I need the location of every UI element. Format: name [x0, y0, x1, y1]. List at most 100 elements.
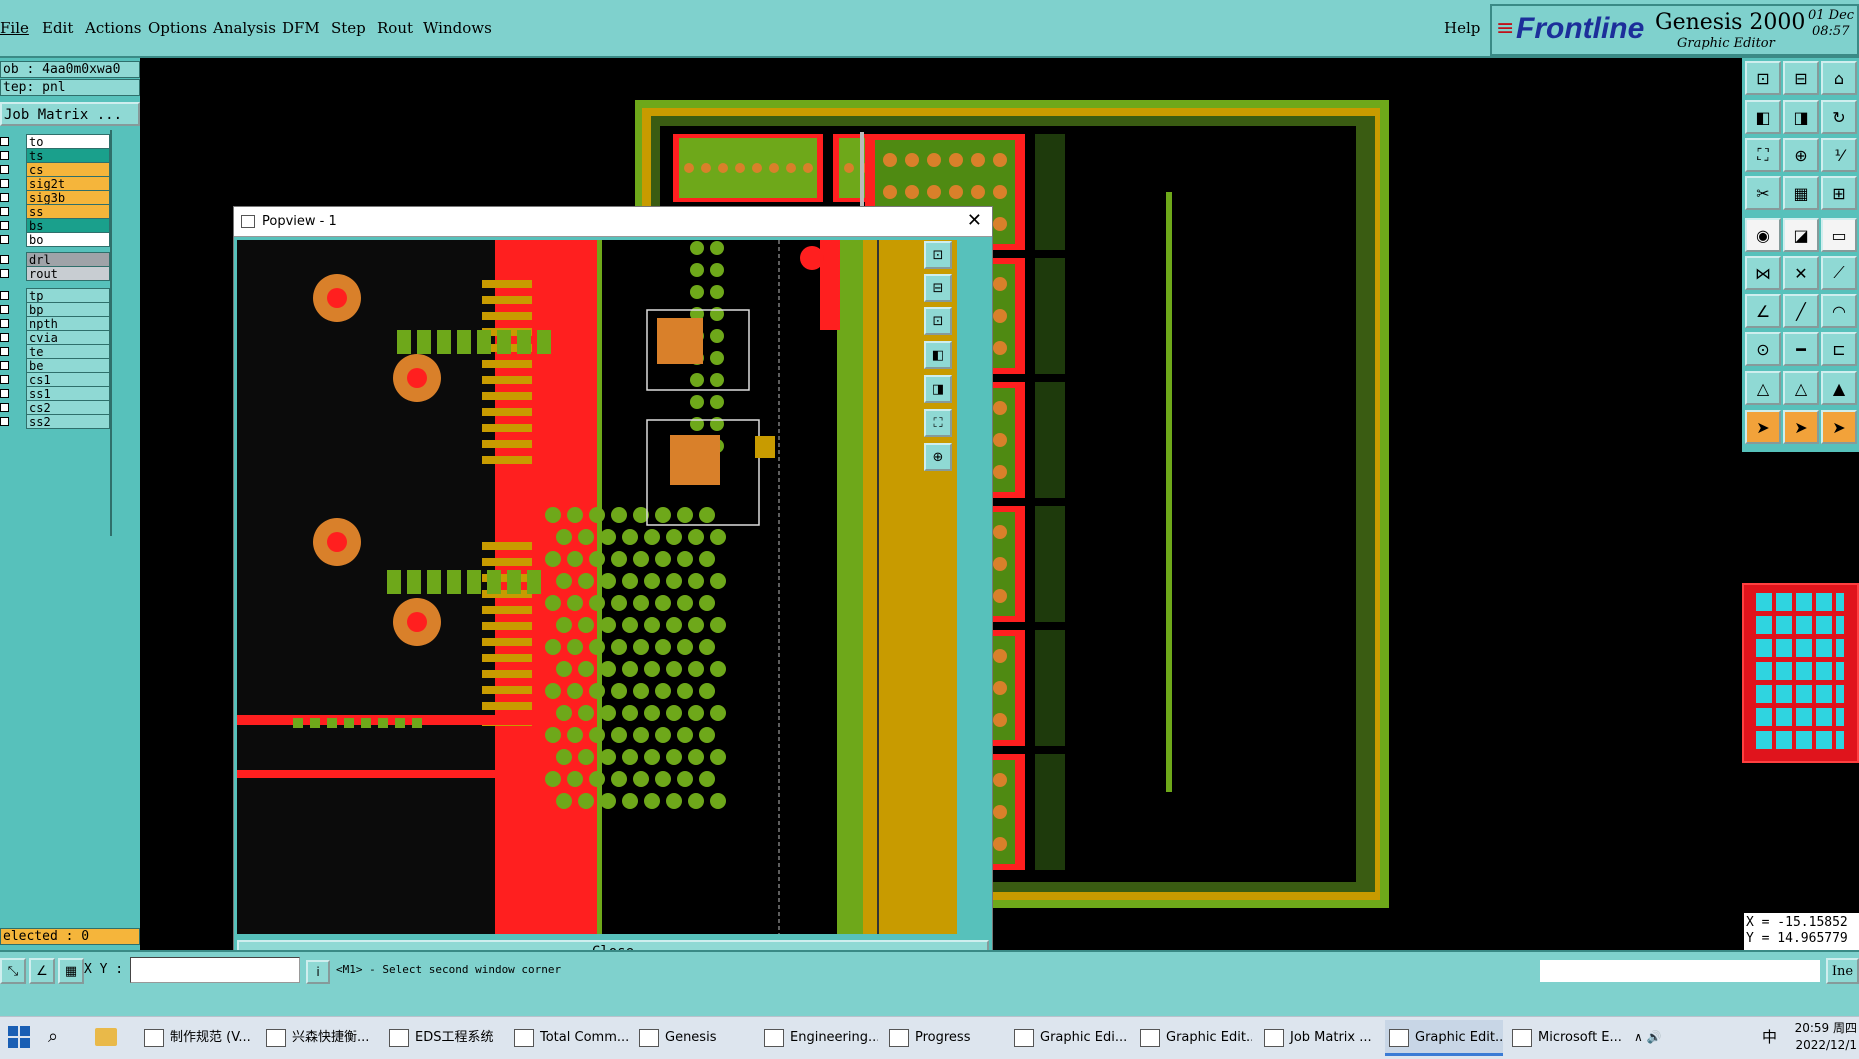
- status-tool-b-icon[interactable]: ∠: [29, 958, 55, 984]
- menu-rout[interactable]: Rout: [377, 19, 413, 37]
- color-icon[interactable]: ◪: [1783, 218, 1819, 252]
- close-icon[interactable]: ✕: [967, 207, 982, 235]
- layer-checkbox[interactable]: [0, 403, 9, 412]
- layer-ss[interactable]: ss: [26, 204, 110, 219]
- layer-cs[interactable]: cs: [26, 162, 110, 177]
- triangle-b-icon[interactable]: ▲: [1821, 371, 1857, 405]
- tray-chevron-icon[interactable]: ∧: [1634, 1030, 1643, 1044]
- pad-icon[interactable]: ⊏: [1821, 332, 1857, 366]
- taskbar-item[interactable]: Microsoft E...: [1508, 1020, 1628, 1056]
- zoom-out-icon[interactable]: ⊟: [1783, 61, 1819, 95]
- zoom-in-icon[interactable]: ⊡: [1745, 61, 1781, 95]
- layer-cvia[interactable]: cvia: [26, 330, 110, 345]
- taskbar-item[interactable]: Genesis: [635, 1020, 751, 1056]
- pick-pointer-icon[interactable]: ➤: [1821, 410, 1857, 444]
- layer-to[interactable]: to: [26, 134, 110, 149]
- layer-cs2[interactable]: cs2: [26, 400, 110, 415]
- taskbar-item[interactable]: 兴森快捷衡...: [262, 1020, 376, 1056]
- pointer-icon[interactable]: ➤: [1745, 410, 1781, 444]
- camera-icon[interactable]: ◉: [1745, 218, 1781, 252]
- layer-tp[interactable]: tp: [26, 288, 110, 303]
- taskbar-item[interactable]: Total Comm...: [510, 1020, 628, 1056]
- menu-windows[interactable]: Windows: [423, 19, 492, 37]
- pop-down-icon[interactable]: ⊡: [924, 307, 952, 335]
- overview-minimap[interactable]: [1742, 583, 1859, 763]
- taskbar-item[interactable]: Graphic Edi...: [1010, 1020, 1128, 1056]
- layer-bs[interactable]: bs: [26, 218, 110, 233]
- layer-checkbox[interactable]: [0, 235, 9, 244]
- layer-npth[interactable]: npth: [26, 316, 110, 331]
- layer-checkbox[interactable]: [0, 193, 9, 202]
- status-tool-c-icon[interactable]: ▦: [58, 958, 84, 984]
- center-icon[interactable]: ⊕: [1783, 138, 1819, 172]
- file-explorer-icon[interactable]: [95, 1028, 117, 1046]
- ratio-icon[interactable]: ⅟: [1821, 138, 1857, 172]
- menu-step[interactable]: Step: [331, 19, 366, 37]
- pop-center-icon[interactable]: ⊕: [924, 443, 952, 471]
- pan-right-icon[interactable]: ◨: [1783, 100, 1819, 134]
- layer-ss2[interactable]: ss2: [26, 414, 110, 429]
- layer-bp[interactable]: bp: [26, 302, 110, 317]
- layer-checkbox[interactable]: [0, 375, 9, 384]
- pop-left-icon[interactable]: ◧: [924, 341, 952, 369]
- layer-checkbox[interactable]: [0, 417, 9, 426]
- triangle-alt-icon[interactable]: △: [1783, 371, 1819, 405]
- layer-sig3b[interactable]: sig3b: [26, 190, 110, 205]
- taskbar-item[interactable]: 制作规范 (V...: [140, 1020, 252, 1056]
- menu-options[interactable]: Options: [148, 19, 207, 37]
- job-matrix-button[interactable]: Job Matrix ...: [0, 102, 140, 126]
- taskbar-item[interactable]: Graphic Edit...: [1385, 1020, 1503, 1056]
- select-pointer-icon[interactable]: ➤: [1783, 410, 1819, 444]
- layer-ts[interactable]: ts: [26, 148, 110, 163]
- home-icon[interactable]: ⌂: [1821, 61, 1857, 95]
- fit-icon[interactable]: ⛶: [1745, 138, 1781, 172]
- menu-edit[interactable]: Edit: [42, 19, 73, 37]
- segment-icon[interactable]: ━: [1783, 332, 1819, 366]
- menu-file[interactable]: File: [0, 19, 29, 37]
- layer-checkbox[interactable]: [0, 319, 9, 328]
- angle-icon[interactable]: ∠: [1745, 294, 1781, 328]
- pop-right-icon[interactable]: ◨: [924, 375, 952, 403]
- snap-icon[interactable]: ⊞: [1821, 176, 1857, 210]
- pop-fit-icon[interactable]: ⛶: [924, 409, 952, 437]
- menu-dfm[interactable]: DFM: [282, 19, 320, 37]
- layer-checkbox[interactable]: [0, 269, 9, 278]
- connect-icon[interactable]: ⋈: [1745, 256, 1781, 290]
- menu-analysis[interactable]: Analysis: [213, 19, 276, 37]
- layer-checkbox[interactable]: [0, 137, 9, 146]
- popview-canvas[interactable]: [237, 240, 957, 934]
- arc-icon[interactable]: ◠: [1821, 294, 1857, 328]
- clock[interactable]: 20:59 周四 2022/12/1: [1793, 1020, 1857, 1054]
- line-icon[interactable]: ⟋: [1821, 256, 1857, 290]
- layer-checkbox[interactable]: [0, 151, 9, 160]
- layer-checkbox[interactable]: [0, 207, 9, 216]
- taskbar-item[interactable]: Graphic Edit...: [1136, 1020, 1252, 1056]
- start-icon[interactable]: [8, 1026, 30, 1048]
- pan-left-icon[interactable]: ◧: [1745, 100, 1781, 134]
- layer-checkbox[interactable]: [0, 179, 9, 188]
- triangle-icon[interactable]: △: [1745, 371, 1781, 405]
- layer-checkbox[interactable]: [0, 165, 9, 174]
- ine-button[interactable]: Ine: [1826, 958, 1859, 984]
- xy-input[interactable]: [130, 957, 300, 983]
- pop-zoom-out-icon[interactable]: ⊟: [924, 274, 952, 302]
- layer-cs1[interactable]: cs1: [26, 372, 110, 387]
- ruler-icon[interactable]: ▭: [1821, 218, 1857, 252]
- taskbar-item[interactable]: Progress: [885, 1020, 995, 1056]
- menu-actions[interactable]: Actions: [85, 19, 141, 37]
- cross-icon[interactable]: ✕: [1783, 256, 1819, 290]
- layer-be[interactable]: be: [26, 358, 110, 373]
- layer-drl[interactable]: drl: [26, 252, 110, 267]
- layer-sig2t[interactable]: sig2t: [26, 176, 110, 191]
- layer-bo[interactable]: bo: [26, 232, 110, 247]
- info-icon[interactable]: i: [306, 960, 330, 984]
- status-tool-a-icon[interactable]: ⤡: [0, 958, 26, 984]
- pop-zoom-in-icon[interactable]: ⊡: [924, 241, 952, 269]
- layer-checkbox[interactable]: [0, 389, 9, 398]
- popview-window[interactable]: Popview - 1 ✕ ⊡ ⊟ ⊡ ◧ ◨ ⛶ ⊕ Close: [233, 206, 993, 966]
- volume-icon[interactable]: 🔊: [1647, 1030, 1662, 1044]
- layer-checkbox[interactable]: [0, 347, 9, 356]
- redraw-icon[interactable]: ↻: [1821, 100, 1857, 134]
- taskbar-item[interactable]: Job Matrix ...: [1260, 1020, 1376, 1056]
- layer-checkbox[interactable]: [0, 305, 9, 314]
